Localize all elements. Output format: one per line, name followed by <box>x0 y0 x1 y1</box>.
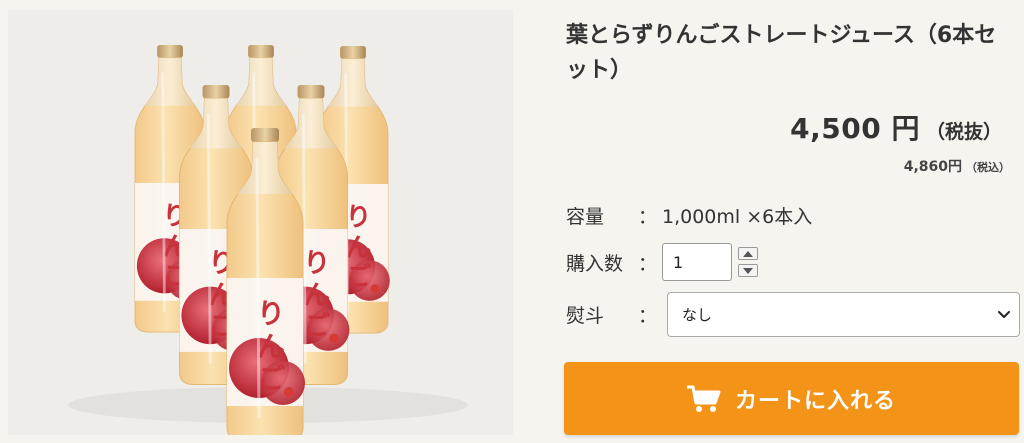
capacity-row: 容量 ： 1,000ml ×6本入 <box>566 200 812 230</box>
cart-icon <box>686 385 721 412</box>
add-to-cart-button[interactable]: カートに入れる <box>564 362 1019 435</box>
capacity-label: 容量 <box>566 205 605 228</box>
price-including-tax: 4,860円 <box>903 159 962 175</box>
product-image: り ん ご <box>8 10 513 435</box>
price-main-row: 4,500 円 （税抜） <box>790 107 1002 147</box>
product-title: 葉とらずりんごストレートジュース（6本セット） <box>566 23 997 83</box>
price-excluding-tax: 4,500 円 <box>790 112 920 145</box>
capacity-colon: ： <box>638 205 658 228</box>
noshi-selected-value: なし <box>682 306 713 324</box>
quantity-colon: ： <box>638 252 658 275</box>
quantity-label: 購入数 <box>566 252 624 275</box>
price-tax-row: 4,860円 （税込） <box>904 156 1010 176</box>
noshi-label: 熨斗 <box>566 304 605 327</box>
quantity-increment-button[interactable] <box>738 247 758 260</box>
noshi-colon: ： <box>638 304 658 327</box>
noshi-select[interactable]: なし <box>667 292 1020 337</box>
triangle-up-icon <box>743 250 753 257</box>
triangle-down-icon <box>743 267 753 274</box>
price-excluding-tax-label: （税抜） <box>925 121 1002 143</box>
quantity-stepper <box>738 247 758 277</box>
quantity-input[interactable]: 1 <box>662 243 732 281</box>
capacity-value: 1,000ml ×6本入 <box>662 205 813 228</box>
add-to-cart-label: カートに入れる <box>734 388 896 414</box>
noshi-row: 熨斗 ： <box>566 294 662 334</box>
chevron-down-icon <box>998 311 1010 318</box>
quantity-decrement-button[interactable] <box>738 264 758 277</box>
quantity-row: 購入数 ： 1 <box>566 242 758 282</box>
price-including-tax-label: （税込） <box>966 161 1010 174</box>
